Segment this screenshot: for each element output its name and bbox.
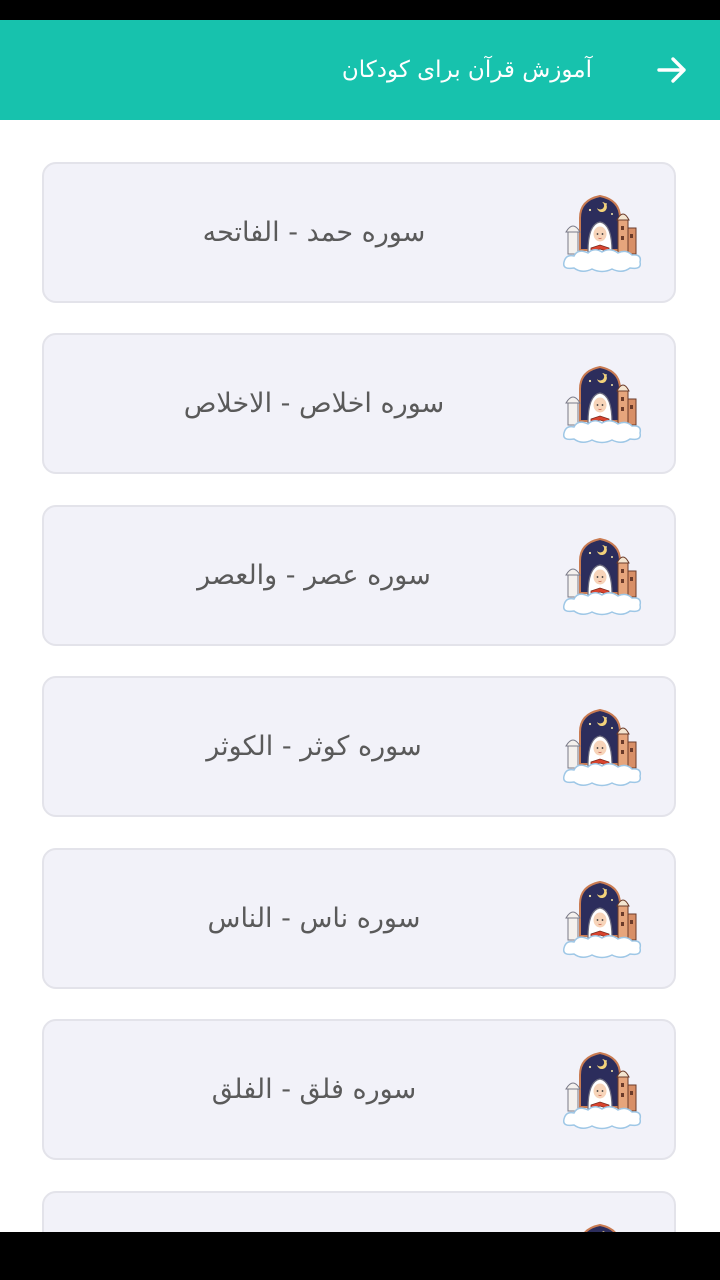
quran-girl-icon xyxy=(560,192,644,276)
surah-card-label: سوره اخلاص - الاخلاص xyxy=(183,388,445,419)
surah-card-label: سوره عصر - والعصر xyxy=(197,560,431,591)
surah-list[interactable]: سوره حمد - الفاتحه سوره اخلاص - الاخلاص … xyxy=(0,120,720,1232)
page-title: آموزش قرآن برای کودکان xyxy=(341,57,592,83)
surah-card-next[interactable] xyxy=(42,1191,676,1232)
surah-card-label: سوره کوثر - الکوثر xyxy=(206,731,422,762)
surah-card-ikhlas[interactable]: سوره اخلاص - الاخلاص xyxy=(42,333,676,474)
surah-card-falaq[interactable]: سوره فلق - الفلق xyxy=(42,1019,676,1160)
surah-card-label: سوره ناس - الناس xyxy=(207,903,421,934)
quran-girl-icon xyxy=(560,1221,644,1232)
surah-card-nas[interactable]: سوره ناس - الناس xyxy=(42,848,676,989)
status-bar xyxy=(0,0,720,20)
surah-card-label: سوره فلق - الفلق xyxy=(211,1074,417,1105)
surah-card-asr[interactable]: سوره عصر - والعصر xyxy=(42,505,676,646)
quran-girl-icon xyxy=(560,1049,644,1133)
back-button[interactable] xyxy=(652,50,692,90)
quran-girl-icon xyxy=(560,706,644,790)
app-bar: آموزش قرآن برای کودکان xyxy=(0,20,720,120)
navigation-bar xyxy=(0,1232,720,1280)
quran-girl-icon xyxy=(560,535,644,619)
surah-card-label: سوره حمد - الفاتحه xyxy=(202,217,426,248)
surah-card-fatiha[interactable]: سوره حمد - الفاتحه xyxy=(42,162,676,303)
screen: آموزش قرآن برای کودکان سوره حمد - الفاتح… xyxy=(0,0,720,1280)
arrow-right-icon xyxy=(657,57,686,83)
surah-card-label xyxy=(104,1193,524,1232)
quran-girl-icon xyxy=(560,878,644,962)
quran-girl-icon xyxy=(560,363,644,447)
surah-card-kawthar[interactable]: سوره کوثر - الکوثر xyxy=(42,676,676,817)
